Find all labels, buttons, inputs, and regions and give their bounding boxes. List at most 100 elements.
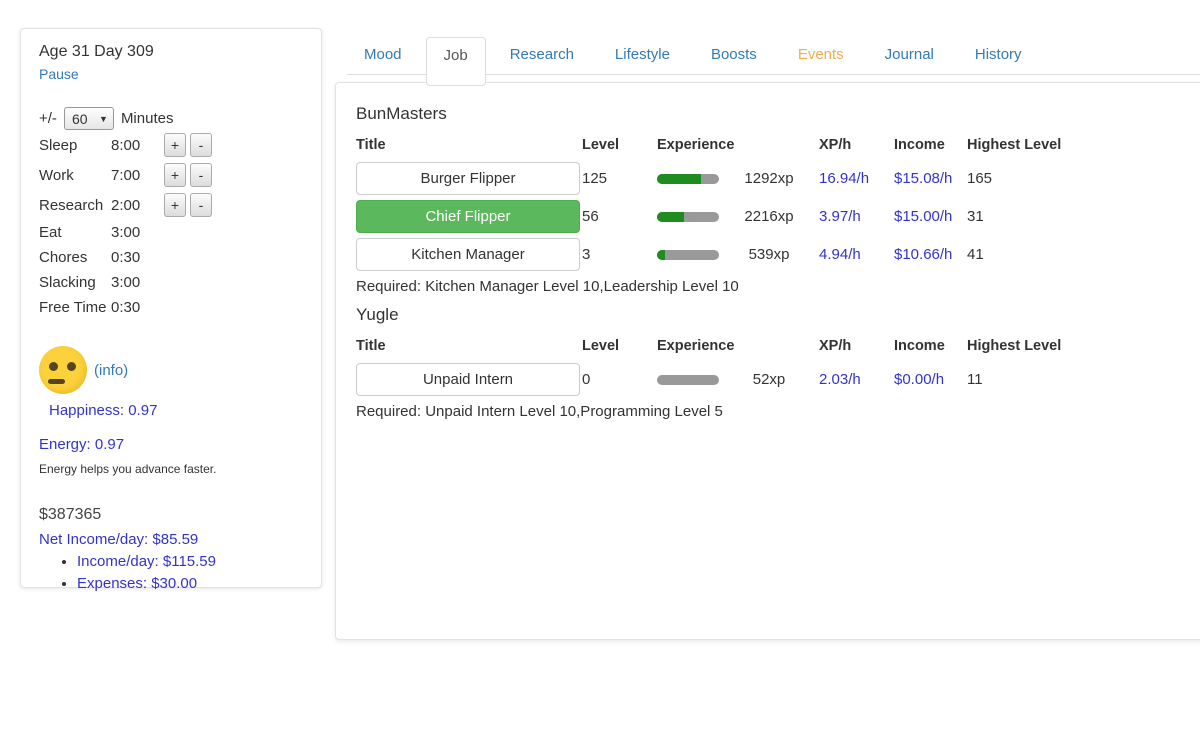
column-header-level: Level — [582, 137, 657, 153]
tab-boosts[interactable]: Boosts — [694, 37, 774, 72]
tab-events[interactable]: Events — [781, 37, 861, 72]
job-income: $15.08/h — [894, 170, 967, 187]
energy-note: Energy helps you advance faster. — [39, 462, 303, 476]
time-row-value: 7:00 — [111, 167, 164, 184]
sleep-increase-button[interactable]: + — [164, 133, 186, 157]
time-row-label: Work — [39, 167, 111, 184]
experience-bar — [657, 212, 719, 222]
experience-bar — [657, 250, 719, 260]
time-row-label: Free Time — [39, 299, 111, 316]
job-button-unpaid-intern[interactable]: Unpaid Intern — [356, 363, 580, 396]
income-per-day-value: Income/day: $115.59 — [77, 553, 216, 570]
required-skills-note: Required: Kitchen Manager Level 10,Leade… — [356, 278, 1189, 295]
tab-lifestyle[interactable]: Lifestyle — [598, 37, 687, 72]
time-row-research: Research 2:00 + - — [39, 190, 303, 220]
age-day-label: Age 31 Day 309 — [39, 43, 303, 61]
tab-journal[interactable]: Journal — [868, 37, 951, 72]
job-level: 3 — [582, 246, 657, 263]
time-row-work: Work 7:00 + - — [39, 160, 303, 190]
column-header-level: Level — [582, 338, 657, 354]
job-button-kitchen-manager[interactable]: Kitchen Manager — [356, 238, 580, 271]
job-xp: 539xp — [719, 246, 819, 263]
experience-bar-fill — [657, 250, 665, 260]
job-xp-per-hour: 4.94/h — [819, 246, 894, 263]
pause-link[interactable]: Pause — [39, 66, 79, 82]
job-button-chief-flipper[interactable]: Chief Flipper — [356, 200, 580, 233]
column-header-experience: Experience — [657, 338, 819, 354]
tab-mood[interactable]: Mood — [347, 37, 419, 72]
time-row-free-time: Free Time 0:30 — [39, 295, 303, 320]
neutral-face-icon — [39, 346, 87, 394]
job-income: $10.66/h — [894, 246, 967, 263]
happiness-info-link[interactable]: (info) — [94, 362, 128, 379]
job-income: $0.00/h — [894, 371, 967, 388]
job-xp: 2216xp — [719, 208, 819, 225]
job-income: $15.00/h — [894, 208, 967, 225]
finance-breakdown-list: Income/day: $115.59 Expenses: $30.00 — [39, 553, 303, 592]
sleep-decrease-button[interactable]: - — [190, 133, 212, 157]
happiness-value: Happiness: 0.97 — [49, 402, 303, 419]
company-name: Yugle — [356, 305, 1189, 325]
table-row: Burger Flipper 125 1292xp 16.94/h $15.08… — [356, 162, 1189, 195]
required-skills-note: Required: Unpaid Intern Level 10,Program… — [356, 403, 1189, 420]
minutes-select[interactable]: 60 ▼ — [64, 107, 114, 130]
experience-bar-fill — [657, 174, 701, 184]
time-row-label: Sleep — [39, 137, 111, 154]
tab-research[interactable]: Research — [493, 37, 591, 72]
job-xp-per-hour: 2.03/h — [819, 371, 894, 388]
column-header-title: Title — [356, 137, 582, 153]
tab-job[interactable]: Job — [426, 37, 486, 86]
time-row-value: 0:30 — [111, 299, 164, 316]
job-highest-level: 165 — [967, 170, 1189, 187]
table-row: Unpaid Intern 0 52xp 2.03/h $0.00/h 11 — [356, 363, 1189, 396]
time-row-label: Chores — [39, 249, 111, 266]
time-row-chores: Chores 0:30 — [39, 245, 303, 270]
job-button-burger-flipper[interactable]: Burger Flipper — [356, 162, 580, 195]
time-row-label: Eat — [39, 224, 111, 241]
work-increase-button[interactable]: + — [164, 163, 186, 187]
column-header-income: Income — [894, 338, 967, 354]
column-header-xph: XP/h — [819, 338, 894, 354]
column-header-highest: Highest Level — [967, 338, 1189, 354]
time-row-value: 8:00 — [111, 137, 164, 154]
job-highest-level: 41 — [967, 246, 1189, 263]
column-header-xph: XP/h — [819, 137, 894, 153]
minutes-select-value: 60 — [72, 111, 88, 127]
experience-bar — [657, 174, 719, 184]
experience-bar — [657, 375, 719, 385]
table-row: Chief Flipper 56 2216xp 3.97/h $15.00/h … — [356, 200, 1189, 233]
time-adjust-suffix: Minutes — [121, 110, 174, 127]
job-table-header: Title Level Experience XP/h Income Highe… — [356, 134, 1189, 162]
time-row-eat: Eat 3:00 — [39, 220, 303, 245]
time-row-sleep: Sleep 8:00 + - — [39, 130, 303, 160]
column-header-title: Title — [356, 338, 582, 354]
expenses-value: Expenses: $30.00 — [77, 575, 197, 592]
time-row-label: Slacking — [39, 274, 111, 291]
job-level: 125 — [582, 170, 657, 187]
time-row-value: 3:00 — [111, 224, 164, 241]
experience-bar-fill — [657, 212, 684, 222]
emoji-left-eye — [49, 362, 58, 371]
job-xp-per-hour: 16.94/h — [819, 170, 894, 187]
company-name: BunMasters — [356, 104, 1189, 124]
list-item: Expenses: $30.00 — [77, 575, 303, 592]
table-row: Kitchen Manager 3 539xp 4.94/h $10.66/h … — [356, 238, 1189, 271]
status-sidebar: Age 31 Day 309 Pause +/- 60 ▼ Minutes Sl… — [20, 28, 322, 588]
research-decrease-button[interactable]: - — [190, 193, 212, 217]
company-section-yugle: Yugle Title Level Experience XP/h Income… — [356, 305, 1189, 420]
emoji-mouth — [48, 379, 65, 384]
job-level: 0 — [582, 371, 657, 388]
tab-history[interactable]: History — [958, 37, 1039, 72]
time-row-slacking: Slacking 3:00 — [39, 270, 303, 295]
job-table-header: Title Level Experience XP/h Income Highe… — [356, 335, 1189, 363]
balance-value: $387365 — [39, 506, 303, 524]
job-panel: BunMasters Title Level Experience XP/h I… — [335, 82, 1200, 640]
time-row-value: 2:00 — [111, 197, 164, 214]
chevron-down-icon: ▼ — [99, 114, 108, 124]
mood-row: (info) — [39, 346, 303, 394]
job-highest-level: 31 — [967, 208, 1189, 225]
time-adjust-prefix: +/- — [39, 110, 57, 127]
time-row-value: 0:30 — [111, 249, 164, 266]
work-decrease-button[interactable]: - — [190, 163, 212, 187]
research-increase-button[interactable]: + — [164, 193, 186, 217]
